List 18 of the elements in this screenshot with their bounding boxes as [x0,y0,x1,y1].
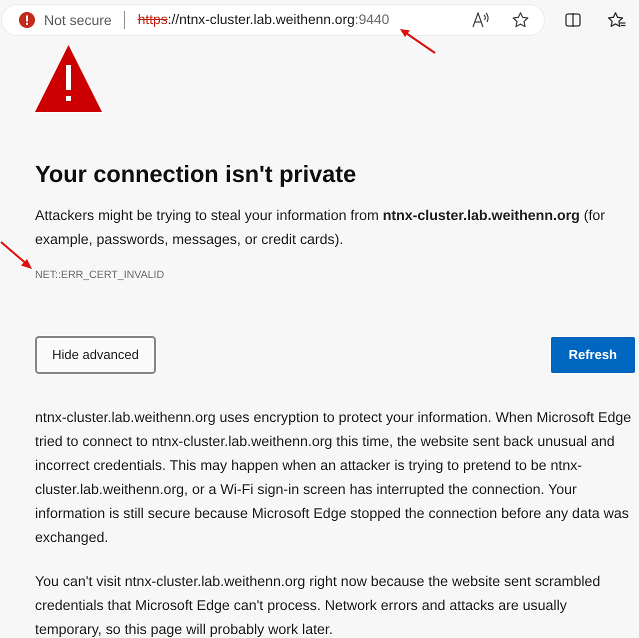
page-title: Your connection isn't private [35,160,356,189]
read-aloud-icon[interactable] [472,12,490,28]
details-paragraph: ntnx-cluster.lab.weithenn.org uses encryption to protect your information. When Microsoft Edge tried to connect to ntnx-cluster.lab.weithenn.org this time, the website sent back unusual and incorrect credentials. This may happen when an attacker is trying to pretend to be ntnx-cluster.lab.weithenn.org, or a Wi-Fi sign-in screen has interrupted the connection. Your information is still secure because Microsoft Edge stopped the connection before any data was exchanged. [35,409,632,548]
arrow-annotation [0,241,34,271]
split-screen-icon[interactable] [565,12,581,28]
security-indicator-button[interactable]: Not secure [19,12,112,28]
error-code: NET::ERR_CERT_INVALID [35,268,164,283]
hide-advanced-button[interactable]: Hide advanced [35,336,156,374]
favorite-star-icon[interactable] [512,12,529,28]
warning-message: Attackers might be trying to steal your information from ntnx-cluster.lab.weithenn.org (for example, passwords, messages, or credit cards). [35,207,606,250]
favorites-icon[interactable] [608,12,626,28]
url-field[interactable]: https://ntnx-cluster.lab.weithenn.org:9440 [138,13,390,27]
warning-triangle-icon [35,45,102,112]
details-paragraph: You can't visit ntnx-cluster.lab.weithenn.org right now because the website sent scrambled credentials that Microsoft Edge can't process. Network errors and attacks are usually temporary, so this page will probably work later. [35,573,602,638]
address-bar[interactable]: Not secure https://ntnx-cluster.lab.weithenn.org:9440 [2,5,544,35]
arrow-annotation [398,27,438,55]
refresh-button[interactable]: Refresh [550,337,635,373]
warning-icon [19,12,35,28]
